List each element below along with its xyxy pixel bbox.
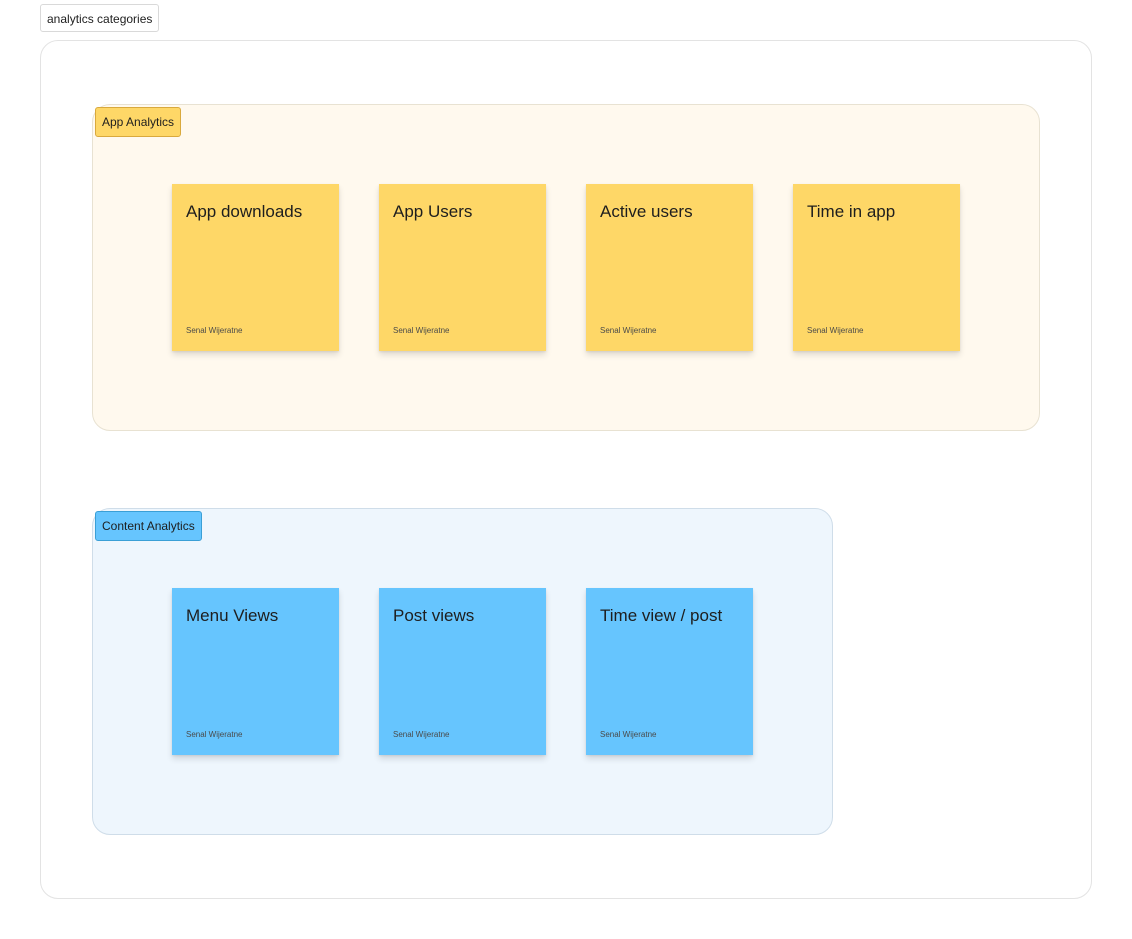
sticky-note-title: Active users [600, 202, 693, 221]
sticky-note[interactable]: Time view / post Senal Wijeratne [586, 588, 753, 755]
sticky-note[interactable]: App downloads Senal Wijeratne [172, 184, 339, 351]
sticky-note[interactable]: Menu Views Senal Wijeratne [172, 588, 339, 755]
sticky-note-author: Senal Wijeratne [186, 326, 243, 335]
sticky-note-author: Senal Wijeratne [807, 326, 864, 335]
sticky-note-title: App Users [393, 202, 473, 221]
sticky-note[interactable]: Time in app Senal Wijeratne [793, 184, 960, 351]
sticky-note-author: Senal Wijeratne [600, 326, 657, 335]
sticky-note-title: App downloads [186, 202, 303, 221]
sticky-note[interactable]: App Users Senal Wijeratne [379, 184, 546, 351]
sticky-note-title: Menu Views [186, 606, 279, 625]
section-label-app-analytics[interactable]: App Analytics [95, 107, 182, 137]
sticky-note-title: Time view / post [600, 606, 723, 625]
sticky-note[interactable]: Active users Senal Wijeratne [586, 184, 753, 351]
sticky-note-author: Senal Wijeratne [393, 326, 450, 335]
sticky-note[interactable]: Post views Senal Wijeratne [379, 588, 546, 755]
frame-label[interactable]: analytics categories [40, 4, 160, 32]
sticky-note-author: Senal Wijeratne [393, 730, 450, 739]
sticky-note-author: Senal Wijeratne [186, 730, 243, 739]
section-label-content-analytics[interactable]: Content Analytics [95, 511, 202, 541]
sticky-note-title: Time in app [807, 202, 896, 221]
sticky-note-title: Post views [393, 606, 475, 625]
sticky-note-author: Senal Wijeratne [600, 730, 657, 739]
